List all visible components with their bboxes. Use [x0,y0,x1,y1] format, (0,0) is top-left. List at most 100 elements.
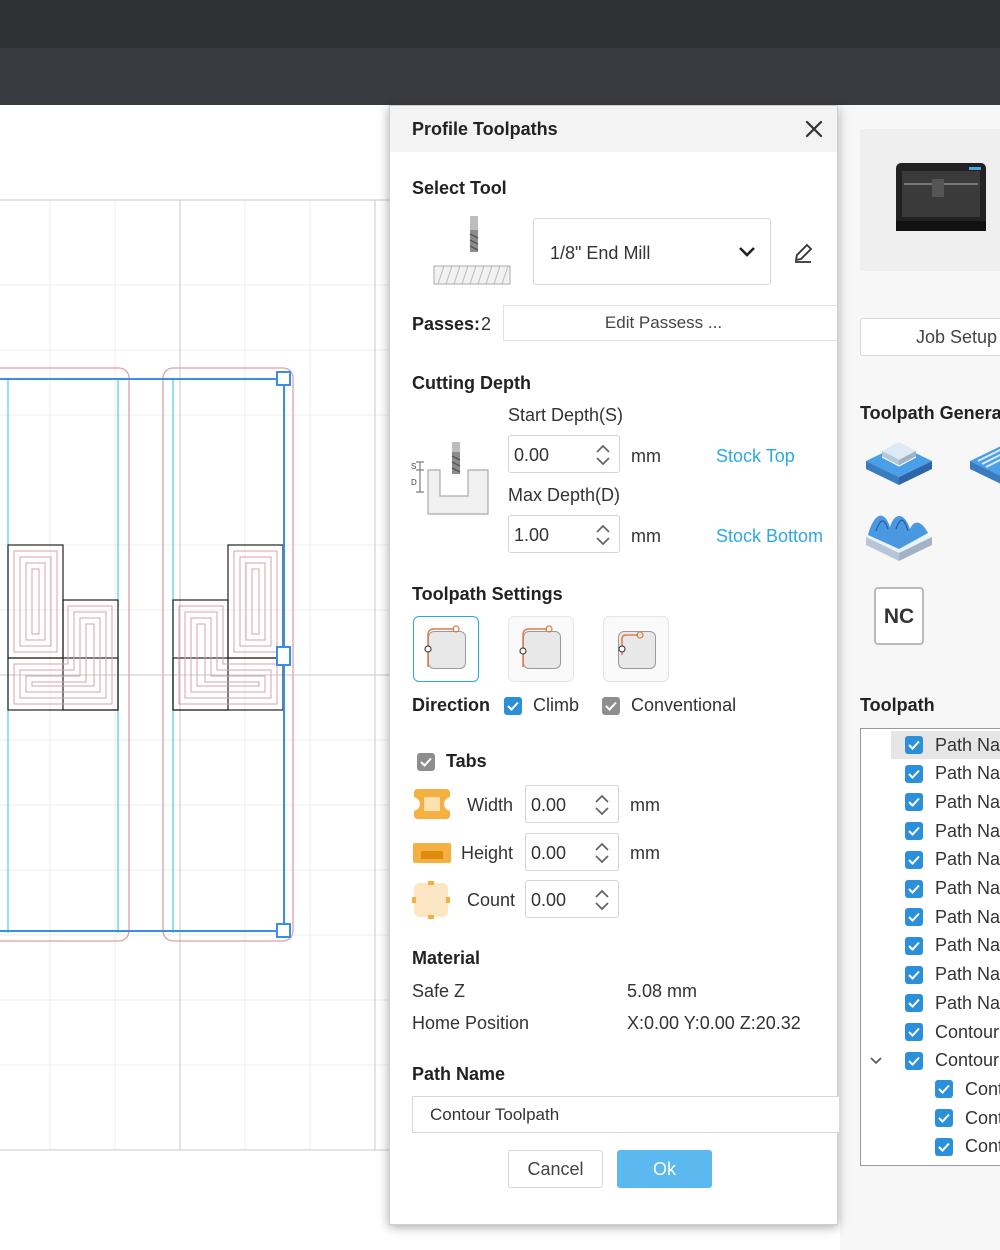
job-setup-button[interactable]: Job Setup [860,318,1000,356]
toolpath-tree-item[interactable]: Cont [935,1075,1000,1103]
close-icon[interactable] [803,118,825,140]
toolpath-item-checkbox[interactable] [905,936,923,955]
toolpath-tree-item[interactable]: Cont [935,1133,1000,1161]
toolpath-tree-item[interactable]: Path Nar [905,903,1000,931]
safe-z-value: 5.08 mm [627,981,698,1001]
toolpath-tree-item[interactable]: Path Nar [905,932,1000,960]
tab-height-unit: mm [630,843,660,863]
direction-option-1[interactable] [413,616,479,682]
toolpath-item-checkbox[interactable] [935,1109,953,1128]
toolpath-item-checkbox[interactable] [905,994,923,1013]
toolpath-item-checkbox[interactable] [905,1023,923,1041]
toolpath-item-label: Path Nar [935,849,1000,870]
start-depth-input[interactable]: 0.00 [508,435,620,473]
toolpath-tree-item[interactable]: Path Nar [905,989,1000,1017]
spinner-arrows-icon[interactable] [595,443,611,467]
design-canvas[interactable] [0,105,392,1250]
pocket-toolpath-icon[interactable] [862,433,936,491]
toolpath-settings-heading: Toolpath Settings [412,584,563,604]
toolpath-item-checkbox[interactable] [905,793,923,812]
nc-file-icon[interactable]: NC [874,587,924,645]
dialog-header: Profile Toolpaths [390,106,837,152]
toolpath-item-label: Path Nar [935,964,1000,985]
svg-text:D: D [411,478,417,487]
canvas-drawing [0,199,392,1151]
tabs-label: Tabs [446,751,487,771]
stock-bottom-link[interactable]: Stock Bottom [716,526,823,547]
toolpath-item-checkbox[interactable] [905,908,923,927]
tab-height-label: Height [461,843,514,863]
max-depth-input[interactable]: 1.00 [508,515,620,553]
path-name-heading: Path Name [412,1064,506,1084]
tab-count-input[interactable]: 0.00 [525,880,619,918]
spinner-arrows-icon[interactable] [595,523,611,547]
stock-top-link[interactable]: Stock Top [716,446,795,467]
start-depth-label: Start Depth(S) [508,405,624,425]
toolpath-item-label: Path Nar [935,791,1000,812]
tab-width-icon [414,789,450,819]
toolpath-item-label: Contour [935,1050,1000,1071]
edit-tool-icon[interactable] [792,242,814,264]
chevron-down-icon [739,247,755,257]
toolpath-tree-item[interactable]: Path Nar [905,875,1000,903]
toolpath-item-checkbox[interactable] [905,1051,923,1070]
ok-button[interactable]: Ok [617,1150,712,1188]
tab-height-icon [413,843,451,863]
toolpath-item-checkbox[interactable] [905,965,923,984]
check-icon [605,701,617,711]
toolpath-tree-item[interactable]: Path Nar [905,760,1000,788]
tab-width-label: Width [467,795,514,815]
tab-width-input[interactable]: 0.00 [525,785,619,823]
toolpath-tree-item[interactable]: Cont [935,1104,1000,1132]
toolpath-tree-item[interactable]: Path Nar [905,788,1000,816]
check-icon [908,1027,920,1037]
check-icon [908,999,920,1009]
check-icon [938,1142,950,1152]
climb-checkbox[interactable] [504,697,522,715]
tab-count-label: Count [467,890,516,910]
chevron-down-icon[interactable] [869,1054,883,1068]
toolpath-tree-item[interactable]: Contour [905,1047,999,1075]
toolpath-tree[interactable]: Path Nar Path Nar Path Nar Path Nar Path Nar… [860,728,1000,1166]
spinner-arrows-icon[interactable] [594,841,610,865]
edit-passes-button[interactable]: Edit Passess ... [503,305,837,341]
spinner-arrows-icon[interactable] [594,793,610,817]
check-icon [938,1085,950,1095]
toolpath-tree-item[interactable]: Path Nar [905,817,1000,845]
tab-height-input[interactable]: 0.00 [525,833,619,871]
toolpath-item-checkbox[interactable] [905,822,923,841]
app-toolbar [0,48,1000,105]
spinner-arrows-icon[interactable] [594,888,610,912]
toolpath-item-checkbox[interactable] [905,764,923,783]
toolpath-item-checkbox[interactable] [905,879,923,898]
toolpath-item-checkbox[interactable] [905,850,923,869]
toolpath-tree-item[interactable]: Path Nar [891,731,1000,759]
check-icon [908,1056,920,1066]
end-mill-icon [433,216,511,285]
check-icon [507,701,519,711]
toolpath-item-checkbox[interactable] [905,736,923,754]
toolpath-tree-item[interactable]: Contour [905,1018,999,1046]
cancel-button[interactable]: Cancel [508,1150,603,1188]
start-depth-unit: mm [631,446,661,466]
home-position-value: X:0.00 Y:0.00 Z:20.32 [627,1013,801,1033]
profile-toolpaths-dialog: Profile Toolpaths Select Tool 1/8" End M… [389,105,839,1225]
path-name-input[interactable]: Contour Toolpath [412,1096,839,1133]
toolpath-tree-item[interactable]: Path Nar [905,961,1000,989]
conventional-checkbox[interactable] [602,697,620,715]
direction-option-2[interactable] [508,616,574,682]
tool-select-dropdown[interactable]: 1/8" End Mill [533,218,771,285]
direction-option-3[interactable] [603,616,669,682]
app-title-bar [0,0,1000,48]
toolpath-item-label: Contour [935,1021,1000,1042]
toolpath-tree-item[interactable]: Path Nar [905,846,1000,874]
3d-toolpath-icon[interactable] [862,503,936,567]
machine-preview[interactable] [860,129,1000,271]
check-icon [908,941,920,951]
toolpath-item-checkbox[interactable] [935,1137,953,1156]
toolpath-item-label: Cont [965,1107,1000,1128]
toolpath-item-checkbox[interactable] [935,1080,953,1099]
check-icon [908,884,920,894]
tabs-checkbox[interactable] [417,753,435,771]
vcarve-toolpath-icon[interactable] [966,433,1000,491]
